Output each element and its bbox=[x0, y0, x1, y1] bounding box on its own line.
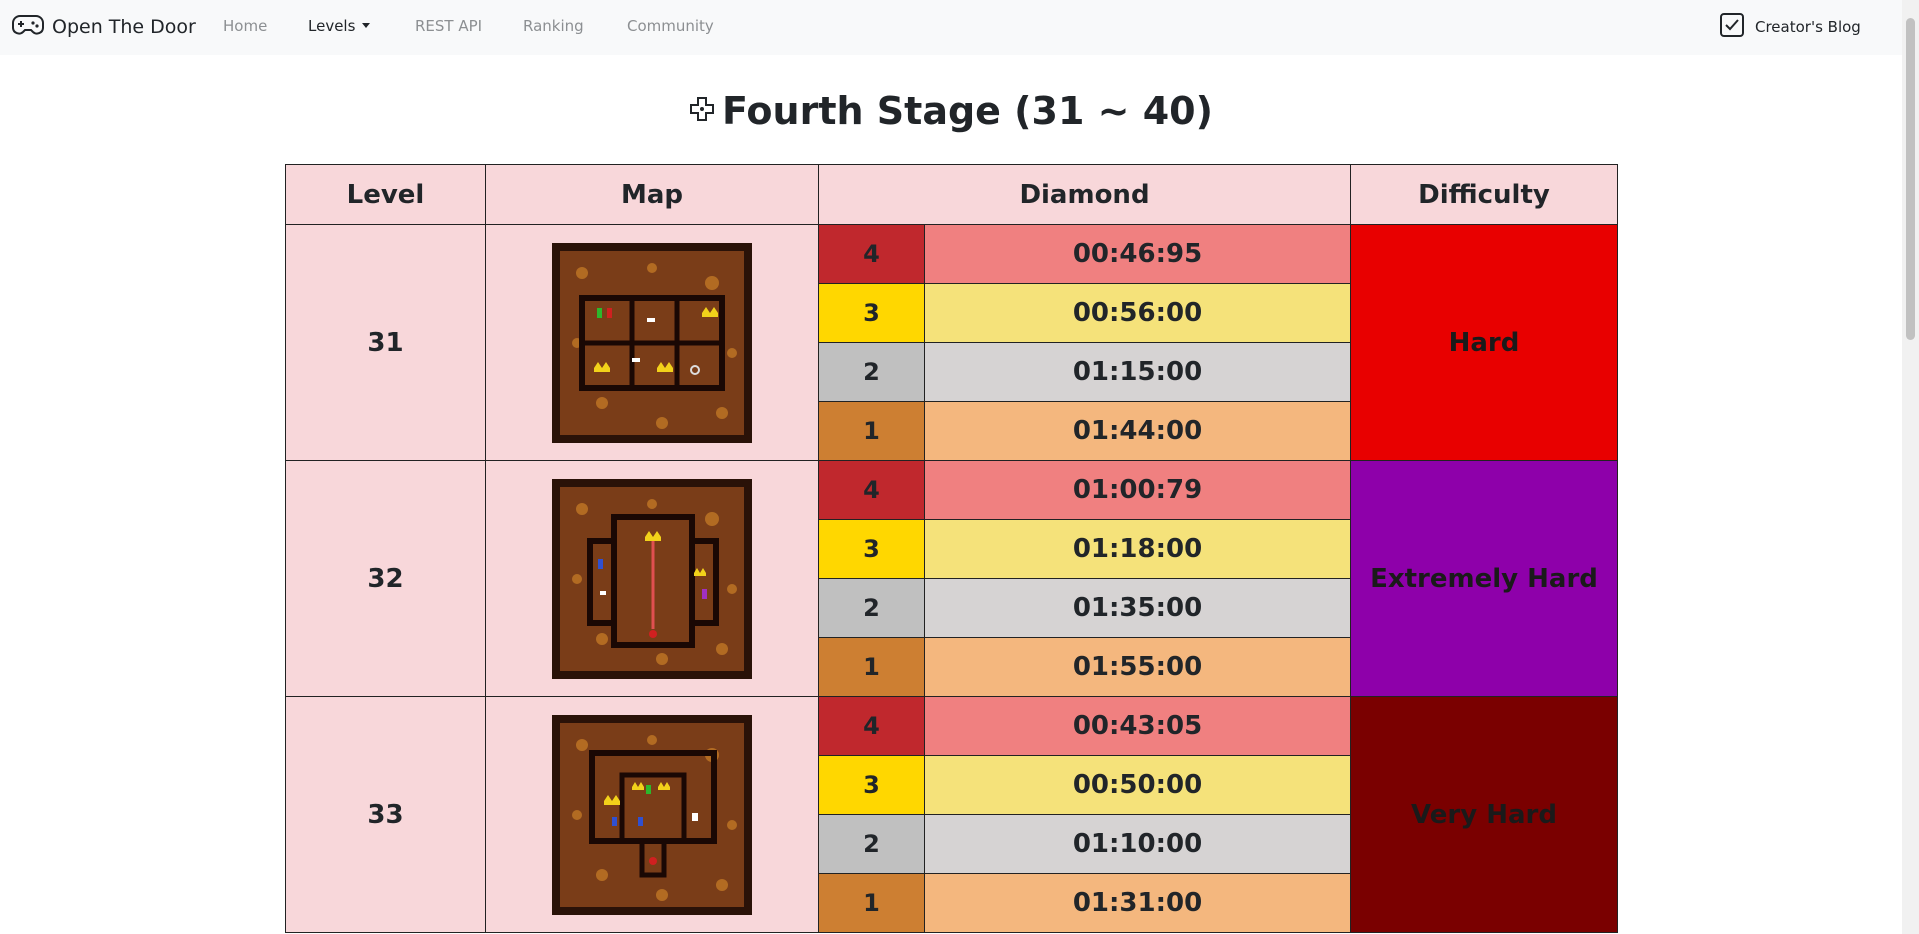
diamond-count: 1 bbox=[818, 401, 925, 461]
nav-rest-api[interactable]: REST API bbox=[415, 17, 482, 35]
brand-name: Open The Door bbox=[52, 16, 196, 38]
scrollbar-thumb[interactable] bbox=[1906, 18, 1915, 340]
header-difficulty: Difficulty bbox=[1350, 164, 1618, 225]
diamond-count: 3 bbox=[818, 519, 925, 579]
table-row: 31 4 00:46:95 Hard bbox=[285, 224, 1618, 461]
nav-levels-label: Levels bbox=[308, 17, 356, 35]
diamond-count: 4 bbox=[818, 696, 925, 756]
diamond-count: 1 bbox=[818, 637, 925, 697]
difficulty-cell: Extremely Hard bbox=[1350, 460, 1618, 697]
top-navbar: Open The Door Home Levels REST API Ranki… bbox=[0, 0, 1919, 55]
diamond-count: 3 bbox=[818, 755, 925, 815]
creators-blog-label: Creator's Blog bbox=[1755, 18, 1861, 36]
diamond-time: 01:55:00 bbox=[924, 637, 1351, 697]
diamond-time: 00:56:00 bbox=[924, 283, 1351, 343]
diamond-time: 01:44:00 bbox=[924, 401, 1351, 461]
level-map-image[interactable] bbox=[552, 242, 752, 443]
levels-table: Level Map Diamond Difficulty 31 4 00:46:… bbox=[285, 164, 1618, 933]
header-map: Map bbox=[485, 164, 819, 225]
header-diamond: Diamond bbox=[818, 164, 1351, 225]
difficulty-cell: Hard bbox=[1350, 224, 1618, 461]
creators-blog-link[interactable]: Creator's Blog bbox=[1719, 12, 1861, 42]
header-level: Level bbox=[285, 164, 486, 225]
level-map-image[interactable] bbox=[552, 714, 752, 915]
gamepad-icon bbox=[12, 12, 44, 42]
nav-community[interactable]: Community bbox=[627, 17, 714, 35]
diamond-count: 4 bbox=[818, 224, 925, 284]
level-number: 33 bbox=[285, 696, 486, 933]
diamond-count: 2 bbox=[818, 814, 925, 874]
page-scrollbar[interactable] bbox=[1902, 0, 1919, 934]
map-cell bbox=[485, 460, 819, 697]
caret-down-icon bbox=[362, 23, 371, 28]
diamond-time: 00:46:95 bbox=[924, 224, 1351, 284]
diamond-count: 2 bbox=[818, 578, 925, 638]
diamond-count: 2 bbox=[818, 342, 925, 402]
diamond-time: 00:43:05 bbox=[924, 696, 1351, 756]
diamond-count: 1 bbox=[818, 873, 925, 933]
diamond-count: 3 bbox=[818, 283, 925, 343]
diamond-time: 01:00:79 bbox=[924, 460, 1351, 520]
page-title: Fourth Stage (31 ~ 40) bbox=[0, 86, 1902, 136]
nav-levels-dropdown[interactable]: Levels bbox=[308, 17, 371, 35]
page-title-text: Fourth Stage (31 ~ 40) bbox=[722, 89, 1213, 133]
nav-home[interactable]: Home bbox=[223, 17, 267, 35]
diamond-time: 01:18:00 bbox=[924, 519, 1351, 579]
diamond-time: 01:31:00 bbox=[924, 873, 1351, 933]
diamond-time: 01:10:00 bbox=[924, 814, 1351, 874]
table-row: 32 4 01:00:79 Extremely Hard bbox=[285, 460, 1618, 697]
brand-link[interactable]: Open The Door bbox=[12, 12, 196, 42]
diamond-count: 4 bbox=[818, 460, 925, 520]
table-row: 33 4 00:43:05 Very Hard bbox=[285, 696, 1618, 933]
map-cell bbox=[485, 224, 819, 461]
level-number: 31 bbox=[285, 224, 486, 461]
level-map-image[interactable] bbox=[552, 478, 752, 679]
level-number: 32 bbox=[285, 460, 486, 697]
dpad-icon bbox=[689, 96, 722, 126]
map-cell bbox=[485, 696, 819, 933]
nav-ranking[interactable]: Ranking bbox=[523, 17, 584, 35]
diamond-time: 00:50:00 bbox=[924, 755, 1351, 815]
difficulty-cell: Very Hard bbox=[1350, 696, 1618, 933]
checkbox-check-icon bbox=[1719, 12, 1745, 42]
diamond-time: 01:35:00 bbox=[924, 578, 1351, 638]
diamond-time: 01:15:00 bbox=[924, 342, 1351, 402]
table-header-row: Level Map Diamond Difficulty bbox=[285, 164, 1618, 225]
